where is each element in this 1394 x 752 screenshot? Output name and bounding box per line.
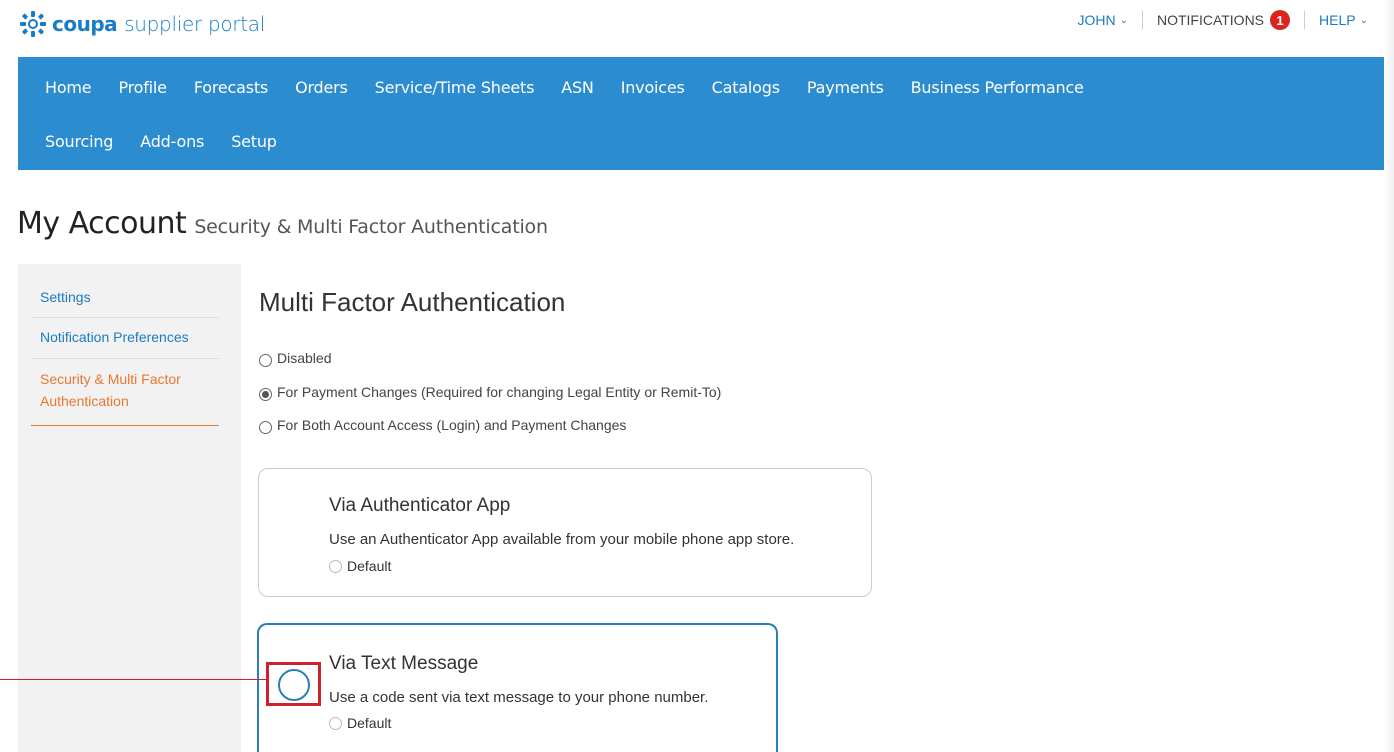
nav-home[interactable]: Home	[45, 78, 104, 97]
window-edge-shadow	[1384, 0, 1394, 752]
nav-service-time-sheets[interactable]: Service/Time Sheets	[375, 78, 548, 97]
radio-button-checked[interactable]	[259, 387, 272, 401]
sidebar-item-settings[interactable]: Settings	[40, 286, 91, 308]
coupa-logo-icon	[18, 10, 48, 38]
page: coupa supplier portal JOHN ⌄ NOTIFICATIO…	[0, 0, 1394, 752]
mfa-option-both[interactable]: For Both Account Access (Login) and Paym…	[259, 417, 627, 434]
sidebar-item-security[interactable]: Security & Multi Factor Authentication	[40, 368, 181, 412]
notifications-badge: 1	[1270, 10, 1291, 30]
help-dropdown[interactable]: HELP ⌄	[1319, 12, 1368, 28]
nav-row-2: Sourcing Add-ons Setup	[18, 113, 290, 169]
mfa-option-label: For Payment Changes (Required for changi…	[277, 384, 722, 400]
page-title-sub: Security & Multi Factor Authentication	[194, 216, 548, 238]
nav-profile[interactable]: Profile	[118, 78, 179, 97]
nav-row-1: Home Profile Forecasts Orders Service/Ti…	[18, 59, 1097, 115]
method-card-authenticator-app[interactable]: Via Authenticator App Use an Authenticat…	[258, 468, 872, 597]
divider	[1304, 11, 1306, 29]
nav-invoices[interactable]: Invoices	[621, 78, 698, 97]
mfa-option-label: For Both Account Access (Login) and Paym…	[277, 417, 627, 433]
radio-button[interactable]	[259, 420, 272, 434]
annotation-highlight-box	[266, 662, 321, 706]
user-menu: JOHN ⌄ NOTIFICATIONS 1 HELP ⌄	[1077, 10, 1368, 30]
default-label: Default	[347, 715, 392, 731]
user-name: JOHN	[1077, 12, 1116, 28]
user-dropdown[interactable]: JOHN ⌄	[1077, 12, 1128, 28]
nav-forecasts[interactable]: Forecasts	[194, 78, 281, 97]
help-label: HELP	[1319, 12, 1356, 28]
default-option[interactable]: Default	[329, 715, 391, 731]
radio-button[interactable]	[259, 353, 272, 367]
top-bar: coupa supplier portal JOHN ⌄ NOTIFICATIO…	[0, 0, 1384, 57]
chevron-down-icon: ⌄	[1359, 14, 1368, 26]
nav-asn[interactable]: ASN	[561, 78, 606, 97]
nav-orders[interactable]: Orders	[295, 78, 361, 97]
default-label: Default	[347, 558, 392, 574]
method-title: Via Authenticator App	[329, 495, 511, 516]
page-title-main: My Account	[17, 206, 187, 241]
notifications-label: NOTIFICATIONS	[1156, 12, 1265, 28]
notifications-link[interactable]: NOTIFICATIONS 1	[1156, 10, 1291, 30]
radio-button[interactable]	[329, 716, 342, 730]
sidebar-divider	[31, 358, 219, 359]
logo-suffix-text: supplier portal	[124, 12, 265, 36]
divider	[1141, 11, 1143, 29]
sidebar-item-notification-preferences[interactable]: Notification Preferences	[40, 326, 189, 348]
sidebar-item-security-line1: Security & Multi Factor	[40, 371, 181, 387]
nav-add-ons[interactable]: Add-ons	[140, 132, 217, 151]
method-title: Via Text Message	[329, 653, 479, 674]
nav-catalogs[interactable]: Catalogs	[712, 78, 793, 97]
coupa-logo[interactable]: coupa supplier portal	[18, 9, 265, 39]
nav-payments[interactable]: Payments	[807, 78, 897, 97]
nav-business-performance[interactable]: Business Performance	[911, 78, 1097, 97]
mfa-heading: Multi Factor Authentication	[259, 287, 566, 317]
page-title: My Account Security & Multi Factor Authe…	[17, 206, 548, 241]
mfa-option-label: Disabled	[277, 350, 332, 366]
mfa-option-disabled[interactable]: Disabled	[259, 350, 332, 367]
sidebar-active-underline	[31, 425, 219, 426]
method-description: Use an Authenticator App available from …	[329, 531, 795, 548]
sidebar-divider	[31, 317, 219, 318]
default-option[interactable]: Default	[329, 558, 391, 574]
text-message-select-radio[interactable]	[278, 669, 310, 701]
main-nav: Home Profile Forecasts Orders Service/Ti…	[18, 57, 1384, 170]
mfa-option-payment-changes[interactable]: For Payment Changes (Required for changi…	[259, 384, 722, 401]
nav-setup[interactable]: Setup	[231, 132, 290, 151]
sidebar-item-security-line2: Authentication	[40, 393, 129, 409]
annotation-pointer-line	[0, 679, 266, 680]
logo-brand-text: coupa	[52, 12, 118, 36]
chevron-down-icon: ⌄	[1119, 14, 1128, 26]
radio-button[interactable]	[329, 559, 342, 573]
nav-sourcing[interactable]: Sourcing	[45, 132, 126, 151]
method-description: Use a code sent via text message to your…	[329, 689, 709, 706]
method-card-text-message[interactable]: Via Text Message Use a code sent via tex…	[257, 623, 778, 752]
